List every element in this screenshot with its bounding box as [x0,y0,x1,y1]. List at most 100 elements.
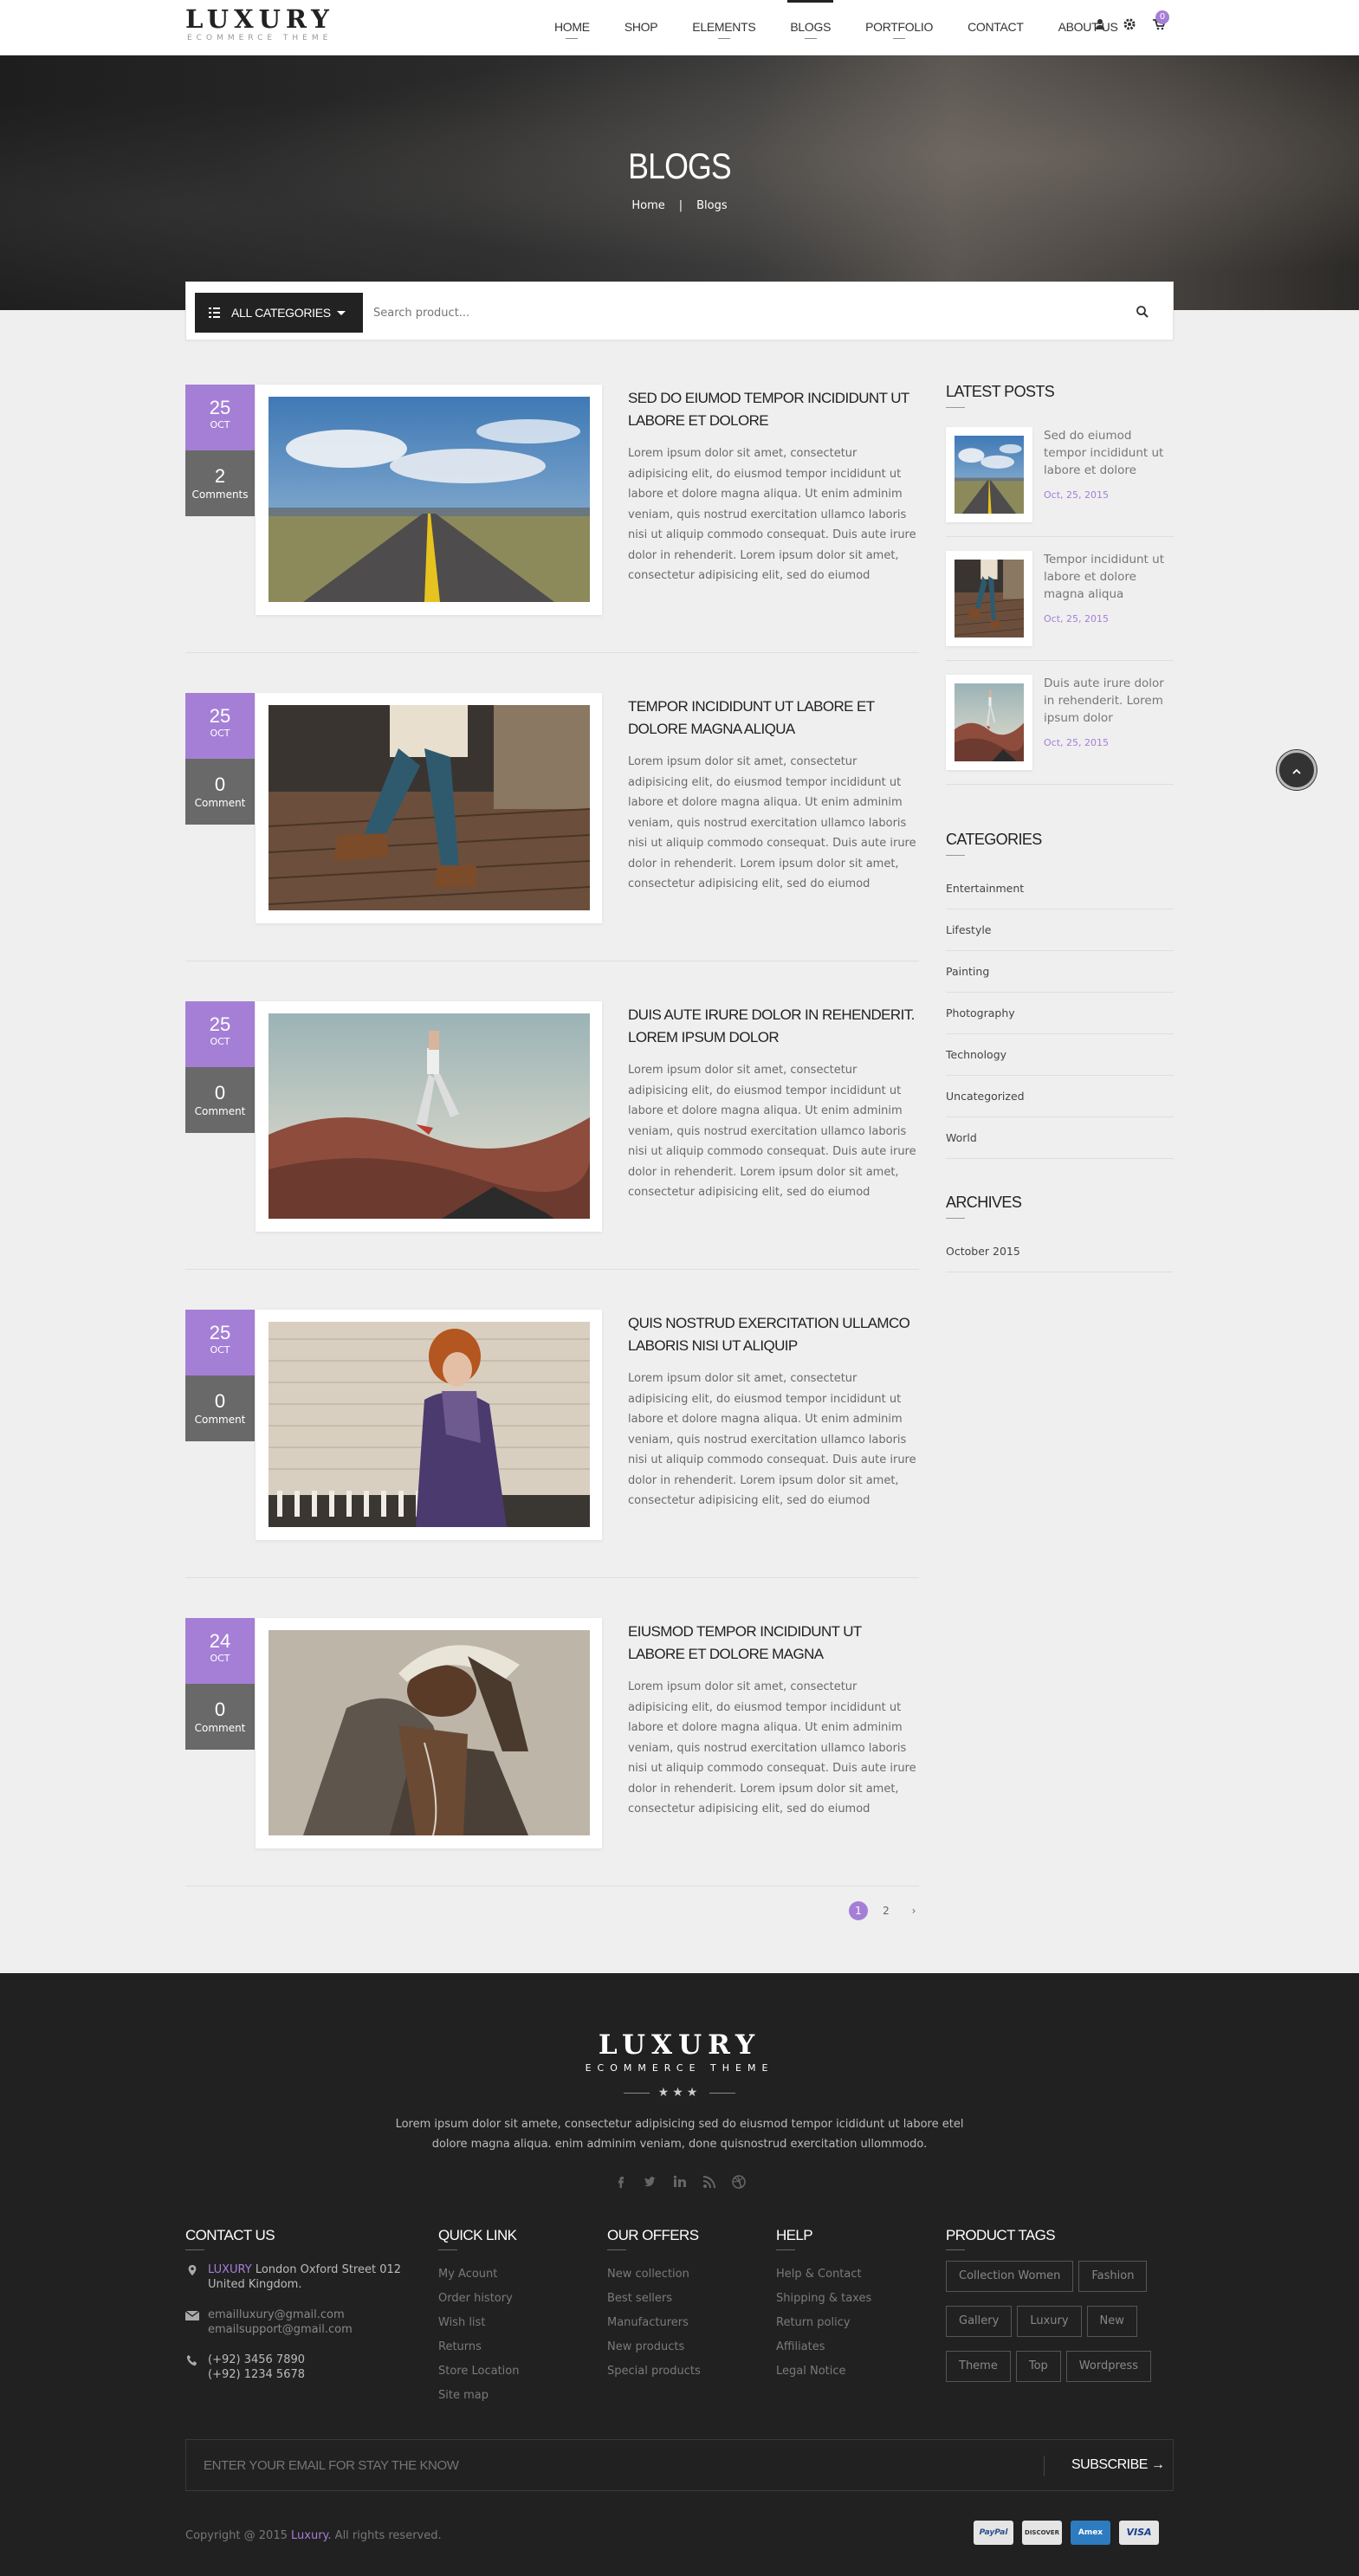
quick-link[interactable]: Wish list [438,2311,586,2335]
post-title[interactable]: SED DO EIUMOD TEMPOR INCIDIDUNT UT LABOR… [628,387,919,432]
help-link[interactable]: Affiliates [776,2335,923,2359]
search-icon[interactable] [1136,305,1149,319]
post-title[interactable]: TEMPOR INCIDIDUNT UT LABORE ET DOLORE MA… [628,696,919,741]
post-image-frame[interactable] [256,1618,602,1848]
page-2-button[interactable]: 2 [877,1901,896,1920]
nav-item-portfolio[interactable]: PORTFOLIO [848,0,950,55]
quick-link[interactable]: Order history [438,2287,586,2311]
back-to-top-button[interactable] [1277,750,1317,790]
latest-post-title[interactable]: Sed do eiumod tempor incididunt ut labor… [1044,427,1174,479]
quick-link[interactable]: Store Location [438,2359,586,2384]
post-image [269,705,590,910]
category-link-uncategorized[interactable]: Uncategorized [946,1076,1174,1117]
breadcrumb-separator: | [678,199,683,212]
quick-link[interactable]: My Acount [438,2262,586,2287]
category-link-technology[interactable]: Technology [946,1034,1174,1076]
help-link[interactable]: Shipping & taxes [776,2287,923,2311]
offer-link[interactable]: Best sellers [607,2287,754,2311]
post-title[interactable]: DUIS AUTE IRURE DOLOR IN REHENDERIT. LOR… [628,1004,919,1049]
post-image-frame[interactable] [256,693,602,923]
quick-link[interactable]: Returns [438,2335,586,2359]
email-1[interactable]: emailluxury@gmail.com [208,2307,402,2322]
latest-post-item[interactable]: Sed do eiumod tempor incididunt ut labor… [946,413,1174,537]
latest-post-thumb[interactable] [946,675,1032,770]
next-page-button[interactable]: › [904,1901,923,1920]
gear-icon[interactable] [1123,17,1136,31]
category-dropdown[interactable]: ALL CATEGORIES [195,293,363,333]
categories-title: CATEGORIES [946,831,1042,848]
logo[interactable]: LUXURY ECOMMERCE THEME [185,5,334,43]
footer-logo[interactable]: LUXURY ECOMMERCE THEME [0,2030,1359,2075]
latest-post-item[interactable]: Tempor incididunt ut labore et dolore ma… [946,537,1174,661]
latest-post-title[interactable]: Duis aute irure dolor in rehenderit. Lor… [1044,675,1174,727]
dribbble-icon[interactable] [731,2174,747,2190]
copyright-brand-link[interactable]: Luxury. [291,2529,332,2542]
post-image [269,1013,590,1219]
page-1-button[interactable]: 1 [849,1901,868,1920]
post-comments-badge[interactable]: 2 Comments [185,450,255,516]
post-comments-badge[interactable]: 0 Comment [185,759,255,825]
nav-item-blogs[interactable]: BLOGS [773,0,848,55]
product-tag[interactable]: Top [1015,2351,1061,2382]
post-title[interactable]: EIUSMOD TEMPOR INCIDIDUNT UT LABORE ET D… [628,1621,919,1666]
post-comment-count: 0 [214,1082,226,1104]
offer-link[interactable]: Special products [607,2359,754,2384]
product-tag[interactable]: Fashion [1078,2261,1148,2292]
help-link[interactable]: Return policy [776,2311,923,2335]
post-image-frame[interactable] [256,385,602,615]
payment-methods: PayPal DISCOVER Amex VISA [974,2521,1159,2545]
category-link-entertainment[interactable]: Entertainment [946,868,1174,909]
rss-icon[interactable] [702,2174,717,2190]
post-comments-badge[interactable]: 0 Comment [185,1067,255,1133]
category-link-lifestyle[interactable]: Lifestyle [946,909,1174,951]
social-links [0,2174,1359,2190]
category-link-photography[interactable]: Photography [946,993,1174,1034]
search-input[interactable] [373,293,1136,333]
nav-item-elements[interactable]: ELEMENTS [675,0,773,55]
post-image-frame[interactable] [256,1001,602,1232]
newsletter-email-input[interactable] [204,2440,1035,2490]
latest-post-thumb[interactable] [946,427,1032,522]
archives-title: ARCHIVES [946,1194,1022,1211]
user-icon[interactable] [1093,17,1107,31]
product-tag[interactable]: Luxury [1017,2306,1082,2337]
latest-post-date: Oct, 25, 2015 [1044,737,1109,748]
quick-link[interactable]: Site map [438,2384,586,2408]
twitter-icon[interactable] [643,2174,658,2190]
nav-item-home[interactable]: HOME [537,0,607,55]
post-comments-badge[interactable]: 0 Comment [185,1684,255,1750]
nav-item-shop[interactable]: SHOP [607,0,675,55]
product-tag[interactable]: Collection Women [946,2261,1074,2292]
help-link[interactable]: Help & Contact [776,2262,923,2287]
post-month: OCT [210,419,230,430]
category-link-painting[interactable]: Painting [946,951,1174,993]
archive-link[interactable]: October 2015 [946,1231,1174,1272]
product-tag[interactable]: Theme [946,2351,1011,2382]
subscribe-button[interactable]: SUBSCRIBE → [1071,2440,1165,2490]
category-link-world[interactable]: World [946,1117,1174,1159]
site-header: LUXURY ECOMMERCE THEME HOME SHOP ELEMENTS B… [0,0,1359,55]
facebook-icon[interactable] [613,2174,629,2190]
latest-post-title[interactable]: Tempor incididunt ut labore et dolore ma… [1044,551,1174,603]
nav-item-contact[interactable]: CONTACT [950,0,1041,55]
latest-post-item[interactable]: Duis aute irure dolor in rehenderit. Lor… [946,661,1174,785]
post-month: OCT [210,728,230,739]
product-tag[interactable]: Wordpress [1065,2351,1152,2382]
product-tag[interactable]: Gallery [946,2306,1013,2337]
newsletter-form: SUBSCRIBE → [185,2439,1174,2491]
offer-link[interactable]: Manufacturers [607,2311,754,2335]
post-comment-count: 0 [214,1390,226,1412]
breadcrumb-home[interactable]: Home [631,199,664,212]
post-title[interactable]: QUIS NOSTRUD EXERCITATION ULLAMCO LABORI… [628,1312,919,1357]
post-image-frame[interactable] [256,1310,602,1540]
help-link[interactable]: Legal Notice [776,2359,923,2384]
offer-link[interactable]: New collection [607,2262,754,2287]
offer-link[interactable]: New products [607,2335,754,2359]
help-column: HELP Help & Contact Shipping & taxes Retur… [776,2226,923,2384]
latest-post-thumb[interactable] [946,551,1032,646]
post-date-badge: 24 OCT [185,1618,255,1684]
email-2[interactable]: emailsupport@gmail.com [208,2322,402,2337]
linkedin-icon[interactable] [672,2174,688,2190]
post-comments-badge[interactable]: 0 Comment [185,1375,255,1441]
product-tag[interactable]: New [1086,2306,1137,2337]
